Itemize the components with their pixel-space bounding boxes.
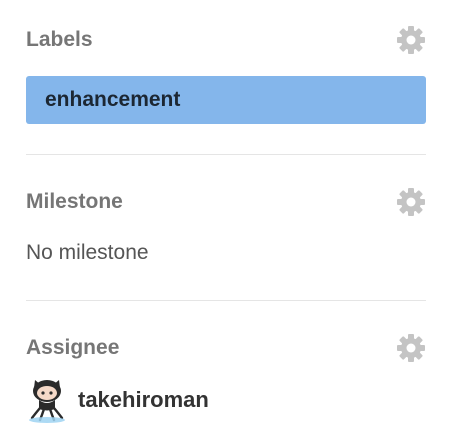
assignee-user[interactable]: takehiroman [26,378,286,424]
milestone-value: No milestone [26,241,149,264]
divider [26,154,426,155]
gear-icon[interactable] [396,333,426,363]
gear-icon[interactable] [396,25,426,55]
divider [26,300,426,301]
gear-icon[interactable] [396,187,426,217]
assignee-heading: Assignee [26,336,120,359]
labels-heading: Labels [26,28,93,51]
milestone-heading: Milestone [26,190,123,213]
label-name: enhancement [45,88,181,111]
label-enhancement[interactable]: enhancement [26,76,426,124]
octocat-avatar-icon [26,378,68,424]
assignee-name: takehiroman [78,387,209,412]
